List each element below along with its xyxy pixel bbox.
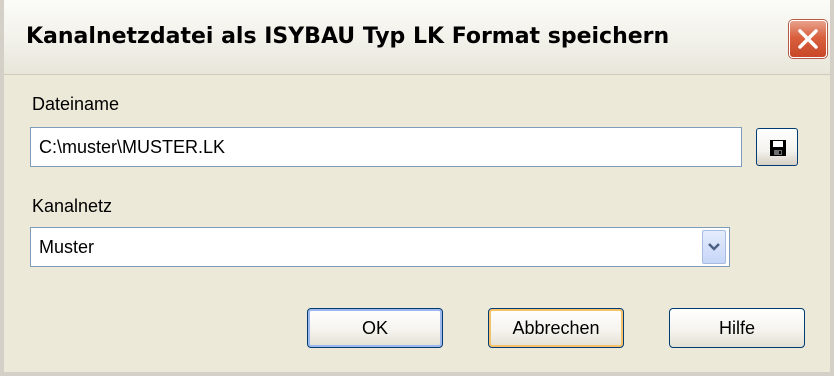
network-dropdown-button[interactable] xyxy=(702,230,726,264)
chevron-down-icon xyxy=(708,243,720,251)
network-label: Kanalnetz xyxy=(32,196,113,216)
title-bar[interactable]: Kanalnetzdatei als ISYBAU Typ LK Format … xyxy=(4,0,830,75)
filename-label: Dateiname xyxy=(32,94,120,114)
cancel-button[interactable]: Abbrechen xyxy=(488,308,624,348)
save-file-button[interactable] xyxy=(756,128,798,166)
close-icon xyxy=(798,29,818,49)
help-button[interactable]: Hilfe xyxy=(669,308,805,348)
dialog-title: Kanalnetzdatei als ISYBAU Typ LK Format … xyxy=(26,24,670,49)
ok-button[interactable]: OK xyxy=(307,308,443,348)
save-dialog: Kanalnetzdatei als ISYBAU Typ LK Format … xyxy=(0,0,834,376)
close-button[interactable] xyxy=(789,20,827,58)
floppy-disk-icon xyxy=(770,140,786,156)
filename-field[interactable]: C:\muster\MUSTER.LK xyxy=(30,127,742,167)
network-select[interactable]: Muster xyxy=(30,227,730,267)
